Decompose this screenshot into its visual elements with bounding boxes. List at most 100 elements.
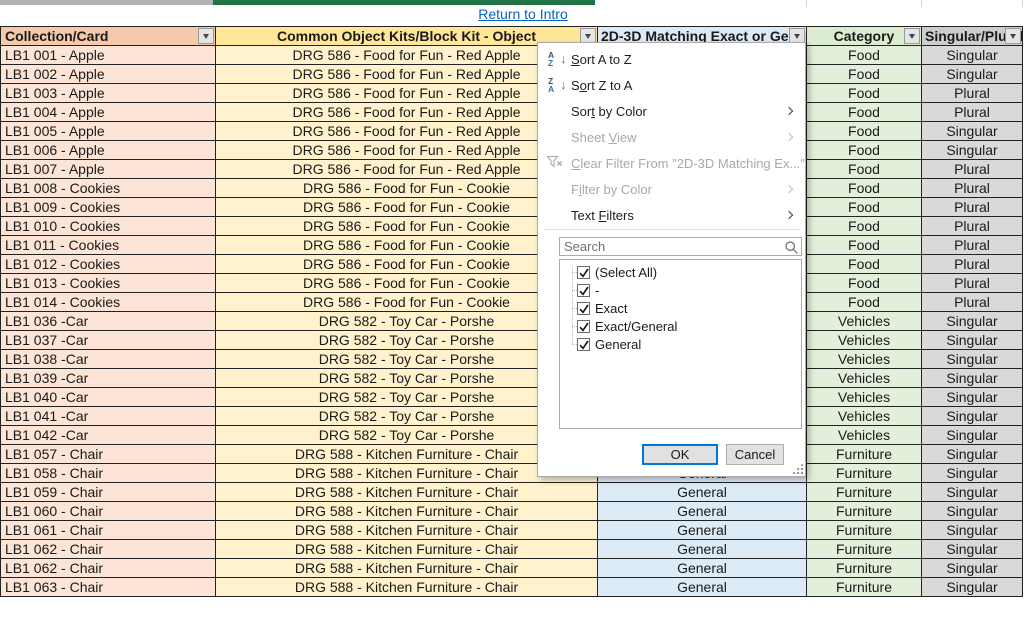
cell-card[interactable]: LB1 060 - Chair [1,502,216,521]
resize-grip[interactable] [792,463,803,474]
cell-number[interactable]: Plural [922,274,1023,293]
cell-category[interactable]: Food [807,65,922,84]
cell-card[interactable]: LB1 005 - Apple [1,122,216,141]
cell-category[interactable]: Food [807,236,922,255]
cell-category[interactable]: Food [807,103,922,122]
cell-category[interactable]: Food [807,198,922,217]
cell-card[interactable]: LB1 059 - Chair [1,483,216,502]
ok-button[interactable]: OK [642,444,718,465]
cell-object[interactable]: DRG 588 - Kitchen Furniture - Chair [216,578,598,597]
cell-number[interactable]: Singular [922,331,1023,350]
menu-item-sort-a-to-z[interactable]: AZ↓Sort A to Z [538,46,805,72]
cell-number[interactable]: Plural [922,293,1023,312]
cell-category[interactable]: Vehicles [807,331,922,350]
cell-number[interactable]: Singular [922,141,1023,160]
cell-card[interactable]: LB1 012 - Cookies [1,255,216,274]
cell-number[interactable]: Singular [922,407,1023,426]
cell-number[interactable]: Singular [922,559,1023,578]
cell-card[interactable]: LB1 001 - Apple [1,46,216,65]
cell-card[interactable]: LB1 040 -Car [1,388,216,407]
cell-object[interactable]: DRG 588 - Kitchen Furniture - Chair [216,483,598,502]
filter-button-category[interactable] [904,28,920,44]
cell-number[interactable]: Singular [922,46,1023,65]
cell-card[interactable]: LB1 041 -Car [1,407,216,426]
cell-card[interactable]: LB1 062 - Chair [1,559,216,578]
filter-option-exact[interactable]: Exact [560,299,801,317]
cell-card[interactable]: LB1 013 - Cookies [1,274,216,293]
cell-number[interactable]: Plural [922,103,1023,122]
cell-category[interactable]: Vehicles [807,312,922,331]
cell-object[interactable]: DRG 588 - Kitchen Furniture - Chair [216,521,598,540]
menu-item-sort-by-color[interactable]: Sort by Color [538,98,805,124]
cell-number[interactable]: Singular [922,483,1023,502]
checkbox-checked-icon[interactable] [577,320,590,333]
filter-button-singular-plural[interactable] [1005,28,1021,44]
cell-category[interactable]: Food [807,179,922,198]
return-to-intro-link[interactable]: Return to Intro [478,6,568,22]
checkbox-checked-icon[interactable] [577,266,590,279]
cell-matching[interactable]: General [598,559,807,578]
cell-category[interactable]: Food [807,84,922,103]
cell-number[interactable]: Singular [922,426,1023,445]
cell-card[interactable]: LB1 058 - Chair [1,464,216,483]
cell-category[interactable]: Vehicles [807,350,922,369]
cell-matching[interactable]: General [598,521,807,540]
cell-card[interactable]: LB1 006 - Apple [1,141,216,160]
cell-category[interactable]: Food [807,293,922,312]
cell-number[interactable]: Plural [922,198,1023,217]
cell-card[interactable]: LB1 036 -Car [1,312,216,331]
checkbox-checked-icon[interactable] [577,338,590,351]
cell-category[interactable]: Food [807,122,922,141]
cell-card[interactable]: LB1 057 - Chair [1,445,216,464]
filter-option-general[interactable]: General [560,335,801,353]
column-header-collection-card[interactable]: Collection/Card [1,27,216,46]
cell-category[interactable]: Vehicles [807,426,922,445]
cell-card[interactable]: LB1 061 - Chair [1,521,216,540]
cell-card[interactable]: LB1 009 - Cookies [1,198,216,217]
cell-number[interactable]: Singular [922,369,1023,388]
cell-category[interactable]: Food [807,217,922,236]
cell-number[interactable]: Plural [922,160,1023,179]
cell-card[interactable]: LB1 038 -Car [1,350,216,369]
cell-number[interactable]: Singular [922,540,1023,559]
cell-number[interactable]: Plural [922,217,1023,236]
cell-category[interactable]: Food [807,46,922,65]
checkbox-checked-icon[interactable] [577,284,590,297]
cell-category[interactable]: Furniture [807,521,922,540]
cell-card[interactable]: LB1 063 - Chair [1,578,216,597]
cell-category[interactable]: Food [807,255,922,274]
cell-category[interactable]: Furniture [807,445,922,464]
checkbox-checked-icon[interactable] [577,302,590,315]
cell-category[interactable]: Furniture [807,502,922,521]
cell-number[interactable]: Singular [922,350,1023,369]
cell-category[interactable]: Furniture [807,578,922,597]
cell-card[interactable]: LB1 004 - Apple [1,103,216,122]
cell-object[interactable]: DRG 588 - Kitchen Furniture - Chair [216,559,598,578]
cell-number[interactable]: Plural [922,84,1023,103]
cell-number[interactable]: Plural [922,236,1023,255]
cell-number[interactable]: Singular [922,521,1023,540]
cell-category[interactable]: Furniture [807,559,922,578]
cell-category[interactable]: Furniture [807,540,922,559]
column-header-category[interactable]: Category [807,27,922,46]
cell-number[interactable]: Singular [922,65,1023,84]
cell-number[interactable]: Plural [922,179,1023,198]
filter-option-select-all[interactable]: (Select All) [560,263,801,281]
cell-card[interactable]: LB1 042 -Car [1,426,216,445]
cell-number[interactable]: Singular [922,312,1023,331]
filter-button-collection-card[interactable] [198,28,214,44]
cell-card[interactable]: LB1 037 -Car [1,331,216,350]
cell-category[interactable]: Food [807,160,922,179]
cancel-button[interactable]: Cancel [726,444,784,465]
cell-object[interactable]: DRG 588 - Kitchen Furniture - Chair [216,540,598,559]
cell-number[interactable]: Singular [922,445,1023,464]
cell-number[interactable]: Plural [922,255,1023,274]
search-input[interactable] [560,238,801,255]
menu-item-text-filters[interactable]: Text Filters [538,202,805,228]
cell-number[interactable]: Singular [922,388,1023,407]
filter-option-dash[interactable]: - [560,281,801,299]
cell-card[interactable]: LB1 007 - Apple [1,160,216,179]
menu-item-sort-z-to-a[interactable]: ZA↓Sort Z to A [538,72,805,98]
cell-category[interactable]: Furniture [807,483,922,502]
cell-category[interactable]: Food [807,141,922,160]
